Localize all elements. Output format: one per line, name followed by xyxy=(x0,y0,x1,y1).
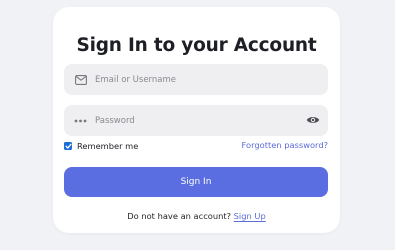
sign-up-link[interactable]: Sign Up xyxy=(234,211,266,221)
sign-in-card: Sign In to your Account Email or Usernam… xyxy=(53,7,340,233)
remember-me-checkbox[interactable] xyxy=(64,142,72,150)
password-field-container[interactable] xyxy=(64,105,328,136)
password-input[interactable] xyxy=(95,105,295,136)
email-input[interactable] xyxy=(95,64,295,95)
sign-up-prompt-text: Do not have an account? xyxy=(127,211,234,221)
mail-icon xyxy=(74,73,87,86)
eye-icon[interactable] xyxy=(306,114,320,126)
remember-me-option[interactable]: Remember me xyxy=(64,141,138,151)
sign-in-button[interactable]: Sign In xyxy=(64,167,328,197)
forgotten-password-link[interactable]: Forgotten password? xyxy=(242,140,328,150)
sign-up-prompt: Do not have an account? Sign Up xyxy=(53,211,340,221)
remember-me-label: Remember me xyxy=(77,141,139,151)
page-title: Sign In to your Account xyxy=(76,35,317,56)
email-field-container[interactable] xyxy=(64,64,328,95)
password-dots-icon xyxy=(74,114,87,127)
